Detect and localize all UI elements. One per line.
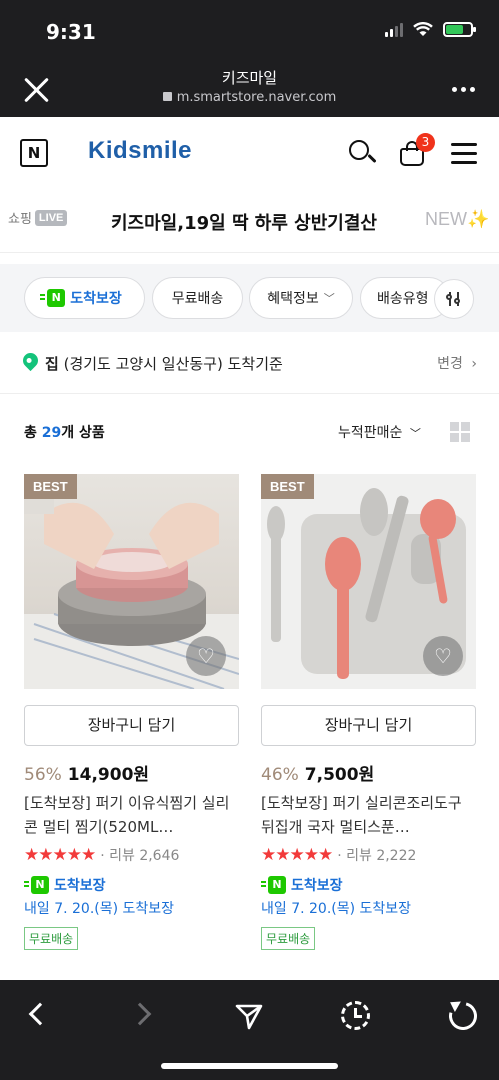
store-brand-logo[interactable]: Kidsmile (88, 137, 192, 165)
naver-delivery-icon: N (24, 876, 49, 894)
add-to-cart-button[interactable]: 장바구니 담기 (261, 705, 476, 746)
chevron-right-icon: › (471, 356, 477, 372)
more-options-icon[interactable] (452, 87, 475, 92)
price-row: 56% 14,900원 (24, 760, 239, 785)
promo-new-text: NEW✨ (425, 209, 490, 229)
promo-text: 키즈마일,19일 딱 하루 상반기결산 (111, 213, 377, 234)
filter-label: 도착보장 (70, 291, 122, 307)
product-count: 총 29개 상품 (24, 422, 105, 442)
lock-icon (162, 92, 172, 101)
status-icons (385, 22, 476, 37)
live-tag: LIVE (34, 209, 68, 226)
product-name[interactable]: [도착보장] 퍼기 이유식찜기 실리콘 멀티 찜기(520ML… (24, 791, 239, 839)
grid-view-icon[interactable] (450, 422, 470, 442)
wishlist-heart-icon[interactable]: ♡ (186, 636, 226, 676)
count-prefix: 총 (24, 425, 42, 441)
page-url[interactable]: m.smartstore.naver.com (0, 90, 499, 105)
rating-row: ★★★★★ · 리뷰 2,222 (261, 845, 476, 865)
page-title: 키즈마일 (221, 69, 278, 87)
location-address: (경기도 고양시 일산동구) 도착기준 (63, 355, 283, 373)
sort-label: 누적판매순 (338, 425, 403, 441)
delivery-location-row: 집 (경기도 고양시 일산동구) 도착기준 변경 › (0, 332, 499, 394)
chevron-down-icon: ﹀ (323, 292, 335, 305)
product-card[interactable]: BEST ♡ 장바구니 담기 46% 7,500원 [도착보장] 퍼기 실리콘조리… (261, 474, 476, 950)
shoplive-label: 쇼핑 (8, 212, 32, 227)
star-rating-icon: ★★★★★ (261, 845, 333, 865)
free-shipping-tag: 무료배송 (261, 927, 316, 950)
hamburger-menu-icon[interactable] (449, 137, 481, 169)
naver-delivery-icon: N (40, 289, 66, 307)
arrival-guarantee-badge: N 도착보장 (261, 875, 476, 895)
arrival-date: 내일 7. 20.(목) 도착보장 (261, 901, 412, 917)
review-count: · 리뷰 2,646 (100, 848, 180, 864)
product-image[interactable]: BEST ♡ (261, 474, 476, 689)
arrival-date: 내일 7. 20.(목) 도착보장 (24, 901, 175, 917)
product-card[interactable]: BEST ♡ 장바구니 담기 56% 14,900원 [도착보장] 퍼기 이유식찜… (24, 474, 239, 950)
price: 14,900원 (67, 765, 150, 785)
arrival-guarantee-badge: N 도착보장 (24, 875, 239, 895)
naver-delivery-icon: N (261, 876, 286, 894)
add-to-cart-button[interactable]: 장바구니 담기 (24, 705, 239, 746)
browser-chrome: 9:31 키즈마일 m.smartstore.naver.com (0, 0, 499, 117)
filter-benefit-info[interactable]: 혜택정보 ﹀ (249, 277, 353, 319)
filter-label: 무료배송 (171, 291, 224, 307)
history-clock-icon[interactable] (338, 998, 374, 1034)
filter-arrival-guarantee[interactable]: N 도착보장 (24, 277, 145, 319)
product-name[interactable]: [도착보장] 퍼기 실리콘조리도구 뒤집개 국자 멀티스푼… (261, 791, 476, 839)
back-arrow-icon[interactable] (22, 998, 58, 1034)
change-location-link[interactable]: 변경 › (437, 353, 477, 373)
cellular-signal-icon (385, 22, 403, 37)
filter-settings-button[interactable] (434, 279, 474, 319)
price: 7,500원 (304, 765, 375, 785)
share-send-icon[interactable] (231, 998, 267, 1034)
search-icon[interactable] (346, 137, 378, 169)
best-badge: BEST (24, 474, 77, 499)
arrival-badge-label: 도착보장 (54, 878, 106, 894)
wifi-icon (413, 22, 433, 36)
price-row: 46% 7,500원 (261, 760, 476, 785)
filter-bar: N 도착보장 무료배송 혜택정보 ﹀ 배송유형 (0, 264, 499, 332)
discount-rate: 46% (261, 765, 299, 785)
url-text: m.smartstore.naver.com (176, 90, 337, 105)
cart-icon[interactable]: 3 (398, 133, 435, 169)
forward-arrow-icon[interactable] (128, 998, 164, 1034)
cart-count-badge: 3 (416, 133, 435, 152)
location-label: 집 (45, 355, 59, 373)
sliders-icon (446, 292, 462, 306)
battery-icon (443, 22, 476, 37)
location-pin-icon (19, 349, 42, 372)
change-label: 변경 (437, 356, 463, 372)
best-badge: BEST (261, 474, 314, 499)
count-suffix: 개 상품 (61, 425, 105, 441)
count-number: 29 (41, 425, 62, 441)
status-time: 9:31 (46, 20, 96, 44)
sort-dropdown[interactable]: 누적판매순 ﹀ (338, 422, 421, 442)
discount-rate: 56% (24, 765, 62, 785)
shopping-live-badge: 쇼핑 LIVE (8, 208, 68, 227)
store-header: N Kidsmile 3 (0, 117, 499, 189)
review-count: · 리뷰 2,222 (337, 848, 417, 864)
reload-icon[interactable] (443, 996, 483, 1036)
home-indicator[interactable] (161, 1063, 338, 1069)
rating-row: ★★★★★ · 리뷰 2,646 (24, 845, 239, 865)
star-rating-icon: ★★★★★ (24, 845, 96, 865)
promo-banner[interactable]: 쇼핑 LIVE 키즈마일,19일 딱 하루 상반기결산 NEW✨ (0, 189, 499, 253)
filter-label: 배송유형 (377, 291, 429, 307)
filter-free-shipping[interactable]: 무료배송 (152, 277, 243, 319)
arrival-badge-label: 도착보장 (291, 878, 343, 894)
chevron-down-icon: ﹀ (409, 427, 421, 440)
filter-label: 혜택정보 (267, 291, 319, 307)
delivery-address: 집 (경기도 고양시 일산동구) 도착기준 (45, 353, 283, 374)
free-shipping-tag: 무료배송 (24, 927, 79, 950)
list-header: 총 29개 상품 누적판매순 ﹀ (0, 394, 499, 464)
product-image[interactable]: BEST ♡ (24, 474, 239, 689)
wishlist-heart-icon[interactable]: ♡ (423, 636, 463, 676)
naver-n-logo[interactable]: N (20, 139, 48, 167)
